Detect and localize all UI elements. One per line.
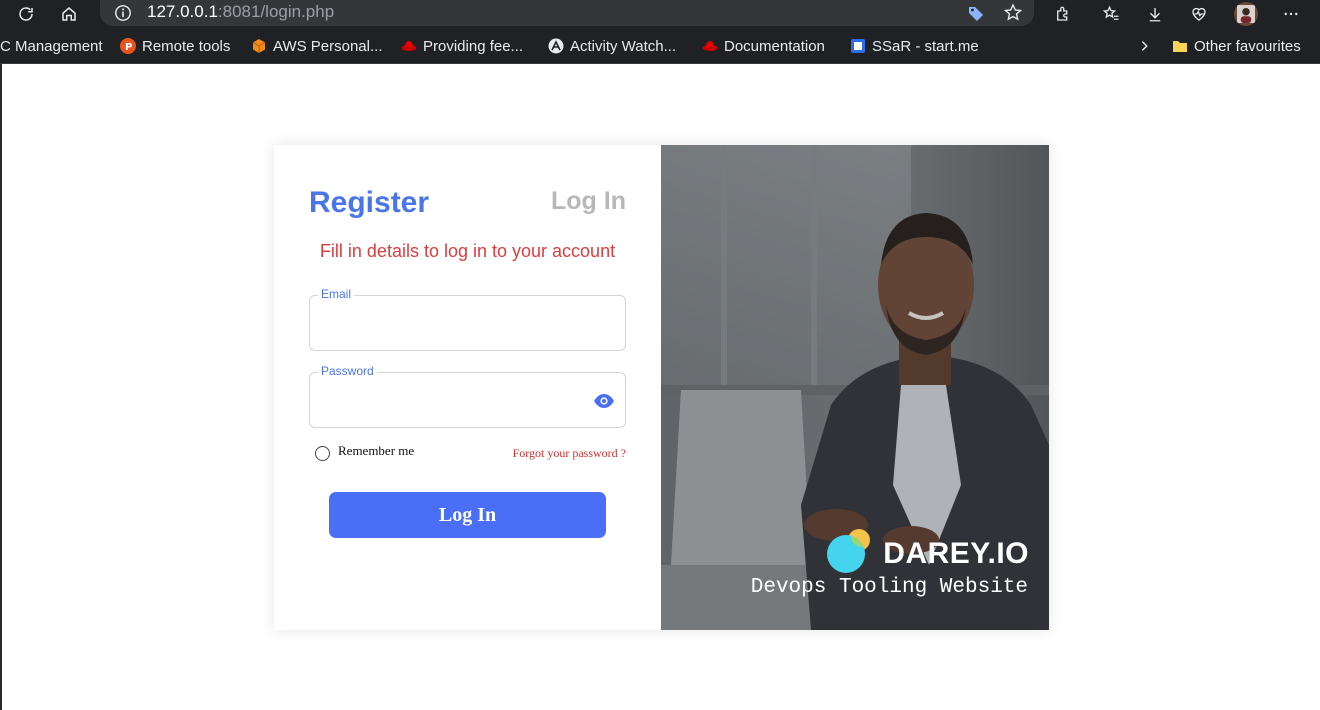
profile-avatar[interactable] bbox=[1234, 2, 1258, 26]
window-edge bbox=[0, 64, 2, 710]
darey-brand: DAREY.IO bbox=[825, 527, 1029, 580]
bookmark-ssar-start-me[interactable]: SSaR - start.me bbox=[850, 36, 979, 56]
remember-me-label: Remember me bbox=[338, 443, 415, 458]
address-bar[interactable]: 127.0.0.1:8081/login.php bbox=[100, 0, 1034, 26]
hero-tagline: Devops Tooling Website bbox=[750, 576, 1028, 599]
email-input[interactable] bbox=[320, 310, 590, 338]
bookmark-label: AWS Personal... bbox=[273, 37, 383, 55]
more-menu-icon[interactable] bbox=[1279, 2, 1303, 26]
bookmark-c-management[interactable]: C Management bbox=[0, 36, 103, 56]
bookmark-label: C Management bbox=[0, 37, 103, 55]
tag-icon[interactable] bbox=[966, 3, 986, 23]
browser-essentials-icon[interactable] bbox=[1187, 2, 1211, 26]
redhat-icon bbox=[702, 38, 718, 54]
other-favourites-label: Other favourites bbox=[1194, 37, 1301, 55]
redhat-icon bbox=[401, 38, 417, 54]
extensions-icon[interactable] bbox=[1051, 2, 1075, 26]
folder-icon bbox=[1172, 38, 1188, 54]
bookmark-label: Remote tools bbox=[142, 37, 231, 55]
bookmark-aws-personal[interactable]: AWS Personal... bbox=[251, 36, 382, 56]
browser-toolbar: 127.0.0.1:8081/login.php bbox=[0, 0, 1320, 28]
url-path: :8081/login.php bbox=[217, 2, 335, 21]
bookmark-remote-tools[interactable]: P Remote tools bbox=[120, 36, 230, 56]
password-field: Password bbox=[309, 364, 626, 428]
show-password-eye-icon[interactable] bbox=[593, 393, 615, 409]
url-text: 127.0.0.1:8081/login.php bbox=[147, 2, 334, 22]
svg-text:P: P bbox=[125, 42, 132, 53]
activitywatch-icon bbox=[548, 38, 564, 54]
remember-me: Remember me bbox=[315, 443, 414, 461]
bookmark-providing-feedback[interactable]: Providing fee... bbox=[401, 36, 523, 56]
login-card: Register Log In Fill in details to log i… bbox=[274, 145, 1049, 630]
bookmark-label: Activity Watch... bbox=[570, 37, 677, 55]
tab-login[interactable]: Log In bbox=[551, 187, 626, 216]
login-subtitle: Fill in details to log in to your accoun… bbox=[319, 241, 616, 261]
chevron-right-icon[interactable] bbox=[1138, 36, 1152, 56]
bookmark-label: Documentation bbox=[724, 37, 825, 55]
forgot-password-link[interactable]: Forgot your password ? bbox=[513, 446, 626, 461]
brand-name: DAREY.IO bbox=[883, 536, 1029, 570]
bookmark-label: Providing fee... bbox=[423, 37, 524, 55]
site-info-icon[interactable] bbox=[114, 4, 132, 22]
bookmarks-bar: C Management P Remote tools AWS Personal… bbox=[0, 28, 1320, 64]
remember-me-radio[interactable] bbox=[315, 446, 330, 461]
downloads-icon[interactable] bbox=[1143, 2, 1167, 26]
favourite-star-icon[interactable] bbox=[1003, 3, 1023, 23]
home-icon[interactable] bbox=[57, 2, 81, 26]
login-form-panel: Register Log In Fill in details to log i… bbox=[274, 145, 661, 630]
login-button[interactable]: Log In bbox=[329, 492, 606, 538]
bookmark-label: SSaR - start.me bbox=[872, 37, 979, 55]
email-field: Email bbox=[309, 287, 626, 351]
aws-cube-icon bbox=[251, 38, 267, 54]
hero-image-panel: DAREY.IO Devops Tooling Website bbox=[661, 145, 1049, 630]
bookmark-documentation[interactable]: Documentation bbox=[702, 36, 825, 56]
reload-icon[interactable] bbox=[14, 2, 38, 26]
password-input[interactable] bbox=[320, 387, 590, 415]
startme-icon bbox=[850, 38, 866, 54]
tab-register[interactable]: Register bbox=[309, 186, 429, 220]
other-favourites[interactable]: Other favourites bbox=[1172, 36, 1301, 56]
url-host: 127.0.0.1 bbox=[147, 2, 218, 21]
bookmark-activity-watch[interactable]: Activity Watch... bbox=[548, 36, 676, 56]
darey-logo-icon bbox=[825, 527, 873, 580]
favourites-icon[interactable] bbox=[1099, 2, 1123, 26]
email-label: Email bbox=[318, 287, 355, 301]
password-label: Password bbox=[318, 364, 377, 378]
p-circle-icon: P bbox=[120, 38, 136, 54]
